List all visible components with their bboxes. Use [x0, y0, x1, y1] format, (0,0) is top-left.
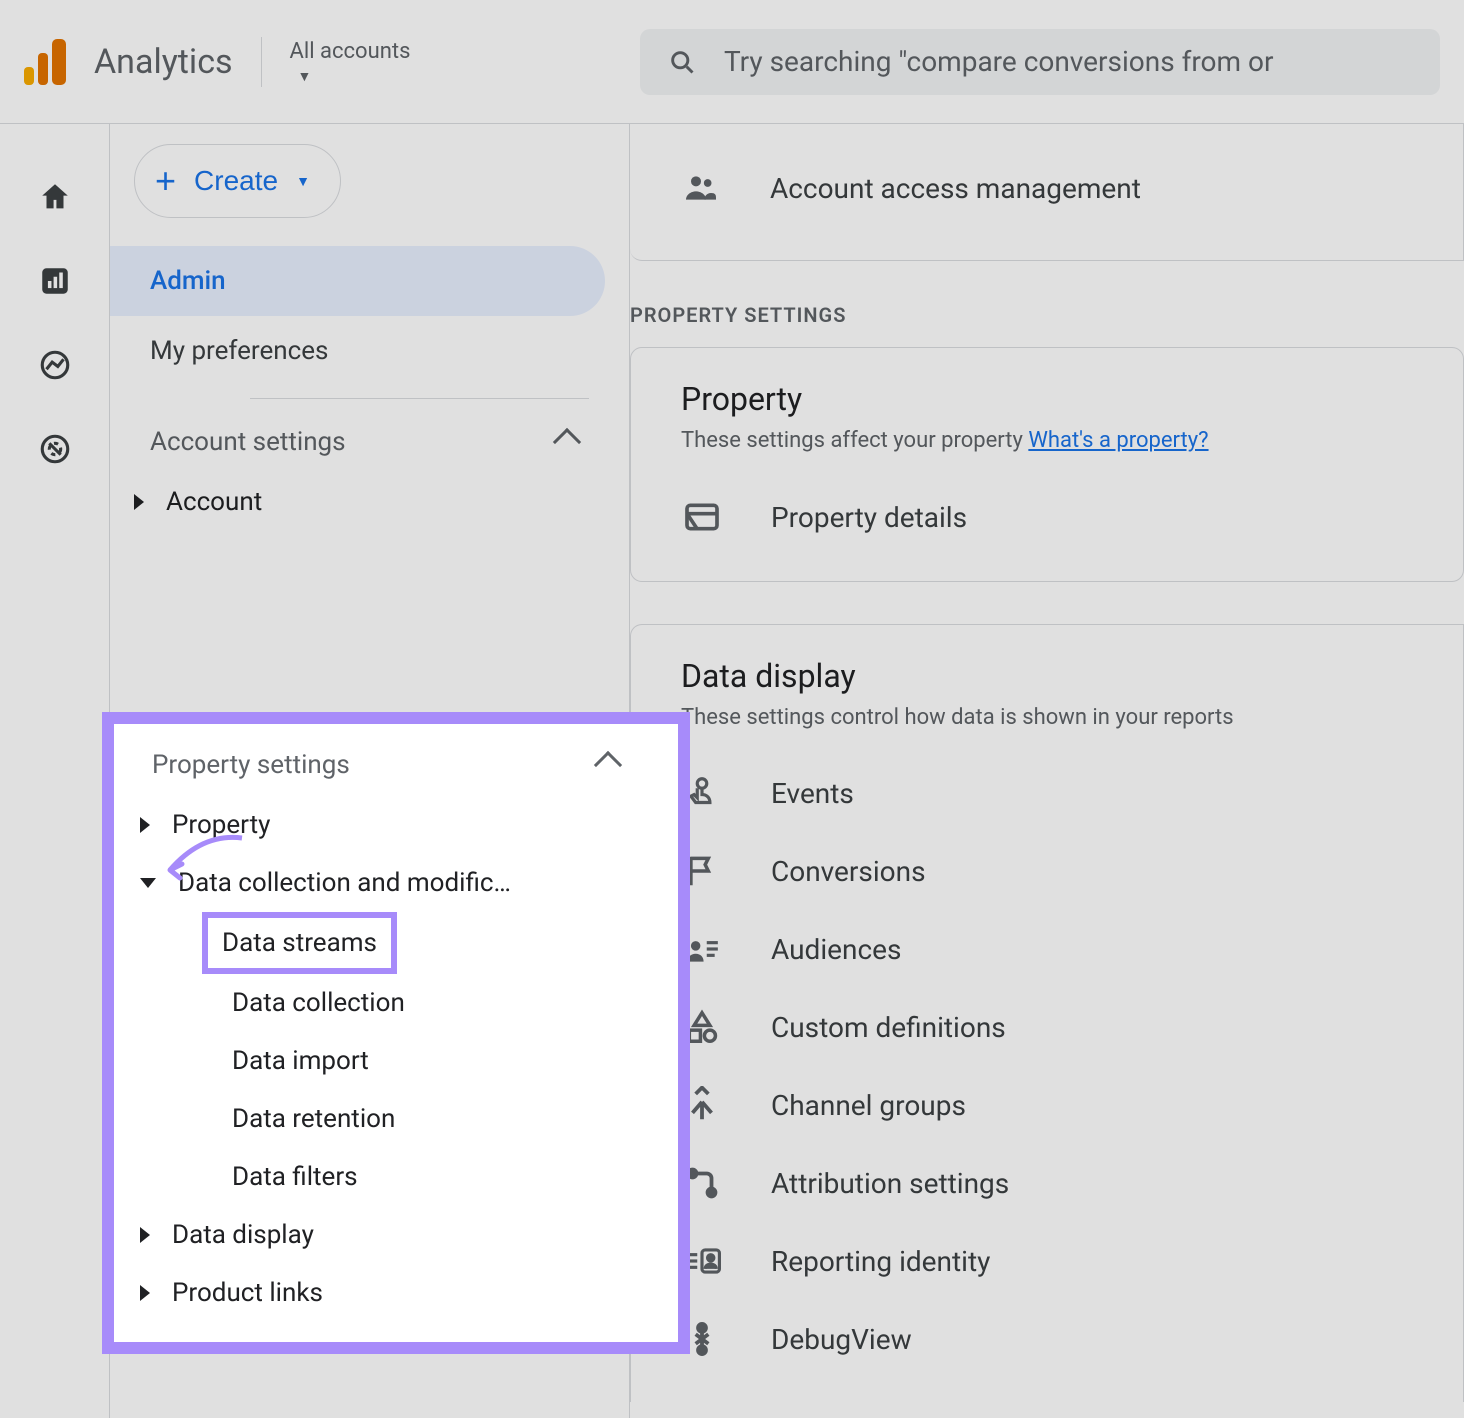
- section-property-label: Property settings: [152, 750, 350, 780]
- row-audiences-label: Audiences: [771, 933, 901, 966]
- chevron-down-icon: ▼: [296, 173, 310, 189]
- card-data-display-title: Data display: [681, 657, 1463, 695]
- triangle-right-icon: [140, 817, 150, 833]
- tree-product-links-label: Product links: [172, 1278, 323, 1308]
- section-account-settings[interactable]: Account settings: [110, 411, 629, 473]
- highlight-property-settings: Property settings Property Data collecti…: [102, 712, 690, 1354]
- content-area: Account access management PROPERTY SETTI…: [630, 124, 1464, 1418]
- analytics-logo-icon: [24, 39, 66, 85]
- row-property-details[interactable]: Property details: [681, 477, 1463, 557]
- chevron-down-icon: ▼: [298, 68, 312, 85]
- tree-data-import-label: Data import: [232, 1046, 369, 1076]
- row-channel-groups-label: Channel groups: [771, 1089, 966, 1122]
- row-channel-groups[interactable]: Channel groups: [681, 1066, 1463, 1144]
- card-property: Property These settings affect your prop…: [630, 347, 1464, 582]
- plus-icon: +: [155, 160, 176, 202]
- row-events-label: Events: [771, 777, 854, 810]
- row-attribution-label: Attribution settings: [771, 1167, 1009, 1200]
- row-custom-definitions[interactable]: Custom definitions: [681, 988, 1463, 1066]
- row-account-access[interactable]: Account access management: [680, 148, 1463, 228]
- tree-account[interactable]: Account: [110, 473, 629, 531]
- row-debugview-label: DebugView: [771, 1323, 912, 1356]
- app-header: Analytics All accounts ▼ Try searching "…: [0, 0, 1464, 124]
- card-account-partial: Account access management: [630, 124, 1464, 261]
- account-switch-label: All accounts: [290, 39, 411, 64]
- row-reporting-identity[interactable]: Reporting identity: [681, 1222, 1463, 1300]
- section-account-label: Account settings: [150, 427, 346, 457]
- row-events[interactable]: Events: [681, 754, 1463, 832]
- advertising-icon[interactable]: [38, 432, 72, 466]
- tree-data-collection[interactable]: Data collection: [122, 974, 670, 1032]
- account-switcher[interactable]: All accounts ▼: [290, 39, 411, 85]
- divider: [250, 398, 589, 399]
- row-property-details-label: Property details: [771, 501, 967, 534]
- tree-data-streams[interactable]: Data streams: [218, 922, 381, 964]
- chevron-up-icon: [594, 751, 622, 779]
- create-label: Create: [194, 165, 278, 197]
- card-icon: [681, 497, 723, 537]
- section-property-settings[interactable]: Property settings: [122, 734, 670, 796]
- tree-data-import[interactable]: Data import: [122, 1032, 670, 1090]
- card-data-display: Data display These settings control how …: [630, 624, 1464, 1402]
- tree-data-retention-label: Data retention: [232, 1104, 395, 1134]
- annotation-arrow-icon: [152, 828, 252, 888]
- label-property-settings: PROPERTY SETTINGS: [630, 303, 1464, 327]
- header-divider: [261, 37, 262, 87]
- card-property-desc-text: These settings affect your property: [681, 428, 1028, 453]
- card-property-desc: These settings affect your property What…: [681, 428, 1463, 453]
- people-icon: [680, 168, 722, 208]
- reports-icon[interactable]: [38, 264, 72, 298]
- tree-data-display[interactable]: Data display: [122, 1206, 670, 1264]
- row-account-access-label: Account access management: [770, 172, 1141, 205]
- nav-admin[interactable]: Admin: [110, 246, 605, 316]
- tree-data-retention[interactable]: Data retention: [122, 1090, 670, 1148]
- brand-name: Analytics: [94, 42, 233, 82]
- triangle-right-icon: [140, 1285, 150, 1301]
- search-icon: [668, 48, 696, 76]
- nav-prefs-label: My preferences: [150, 336, 328, 366]
- tree-product-links[interactable]: Product links: [122, 1264, 670, 1322]
- search-placeholder: Try searching "compare conversions from …: [724, 45, 1273, 78]
- row-reporting-identity-label: Reporting identity: [771, 1245, 990, 1278]
- chevron-up-icon: [553, 428, 581, 456]
- nav-rail: [0, 124, 110, 1418]
- card-data-display-desc: These settings control how data is shown…: [681, 705, 1463, 730]
- explore-icon[interactable]: [38, 348, 72, 382]
- row-attribution[interactable]: Attribution settings: [681, 1144, 1463, 1222]
- triangle-right-icon: [140, 1227, 150, 1243]
- row-audiences[interactable]: Audiences: [681, 910, 1463, 988]
- nav-admin-label: Admin: [150, 266, 226, 296]
- nav-preferences[interactable]: My preferences: [110, 316, 605, 386]
- triangle-right-icon: [134, 494, 144, 510]
- tree-data-streams-label: Data streams: [222, 928, 377, 958]
- create-button[interactable]: + Create ▼: [134, 144, 341, 218]
- tree-data-display-label: Data display: [172, 1220, 314, 1250]
- row-conversions[interactable]: Conversions: [681, 832, 1463, 910]
- tree-data-filters[interactable]: Data filters: [122, 1148, 670, 1206]
- admin-sidebar: + Create ▼ Admin My preferences Account …: [110, 124, 630, 1418]
- home-icon[interactable]: [38, 180, 72, 214]
- tree-account-label: Account: [166, 487, 262, 517]
- row-debugview[interactable]: DebugView: [681, 1300, 1463, 1378]
- tree-data-collection-item-label: Data collection: [232, 988, 405, 1018]
- row-custom-defs-label: Custom definitions: [771, 1011, 1006, 1044]
- row-conversions-label: Conversions: [771, 855, 926, 888]
- search-input[interactable]: Try searching "compare conversions from …: [640, 29, 1440, 95]
- card-property-title: Property: [681, 380, 1463, 418]
- highlight-data-streams: Data streams: [202, 912, 397, 974]
- tree-data-filters-label: Data filters: [232, 1162, 358, 1192]
- link-whats-a-property[interactable]: What's a property?: [1028, 428, 1208, 453]
